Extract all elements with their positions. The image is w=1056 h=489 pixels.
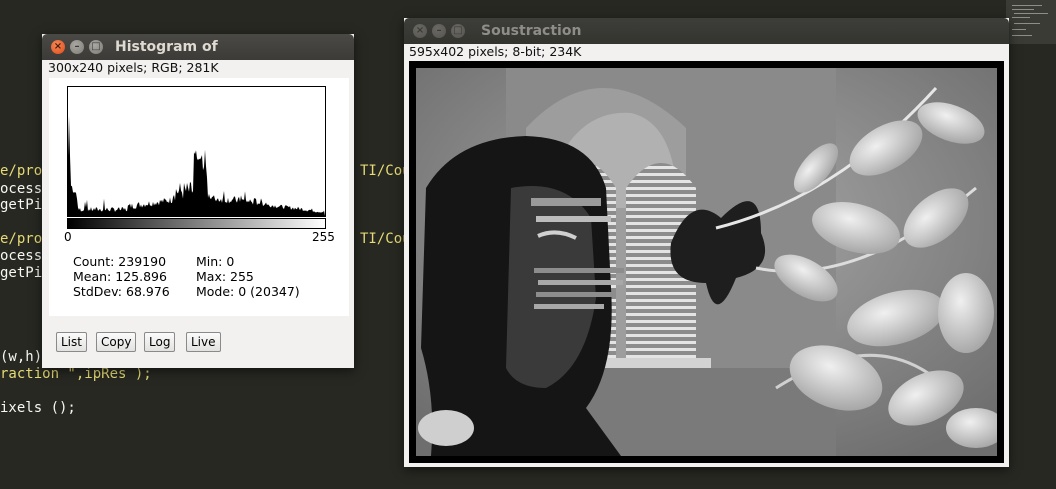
- maximize-button[interactable]: □: [89, 40, 103, 54]
- max-stat: Max: 255: [196, 269, 254, 284]
- editor-minimap[interactable]: [1006, 0, 1056, 44]
- log-button[interactable]: Log: [144, 332, 176, 352]
- image-info: 300x240 pixels; RGB; 281K: [48, 60, 219, 75]
- maximize-button[interactable]: □: [451, 24, 465, 38]
- lut-gradient-bar: [67, 218, 326, 229]
- image-canvas[interactable]: [409, 61, 1004, 463]
- histogram-plot: [67, 86, 326, 217]
- code-line: ixels ();: [0, 400, 76, 416]
- code-fragment: TI/Cou: [360, 231, 411, 247]
- window-title: Histogram of: [115, 39, 218, 55]
- histogram-silhouette: [68, 116, 325, 216]
- window-title: Soustraction: [481, 23, 582, 39]
- image-titlebar[interactable]: × – □ Soustraction: [404, 18, 1009, 44]
- stddev-stat: StdDev: 68.976: [73, 284, 170, 299]
- mean-stat: Mean: 125.896: [73, 269, 167, 284]
- minimize-button[interactable]: –: [432, 24, 446, 38]
- count-stat: Count: 239190: [73, 254, 167, 269]
- mode-stat: Mode: 0 (20347): [196, 284, 300, 299]
- histogram-panel: 0 255 Count: 239190 Mean: 125.896 StdDev…: [49, 78, 349, 316]
- minimize-button[interactable]: –: [70, 40, 84, 54]
- min-stat: Min: 0: [196, 254, 235, 269]
- image-info: 595x402 pixels; 8-bit; 234K: [409, 44, 582, 59]
- histogram-bars: [68, 116, 325, 216]
- copy-button[interactable]: Copy: [96, 332, 137, 352]
- list-button[interactable]: List: [56, 332, 87, 352]
- close-button[interactable]: ×: [413, 24, 427, 38]
- image-window: × – □ Soustraction 595x402 pixels; 8-bit…: [404, 18, 1009, 467]
- image-content: [416, 68, 997, 456]
- code-line: raction ",ipRes );: [0, 366, 152, 382]
- x-min-label: 0: [64, 230, 72, 244]
- histogram-titlebar[interactable]: × – □ Histogram of: [42, 34, 354, 60]
- close-button[interactable]: ×: [51, 40, 65, 54]
- subtraction-image[interactable]: [416, 68, 997, 456]
- code-fragment: TI/Cou: [360, 163, 411, 179]
- x-max-label: 255: [312, 230, 335, 244]
- live-button[interactable]: Live: [186, 332, 221, 352]
- code-line: (w,h): [0, 349, 43, 365]
- histogram-window: × – □ Histogram of 300x240 pixels; RGB; …: [42, 34, 354, 368]
